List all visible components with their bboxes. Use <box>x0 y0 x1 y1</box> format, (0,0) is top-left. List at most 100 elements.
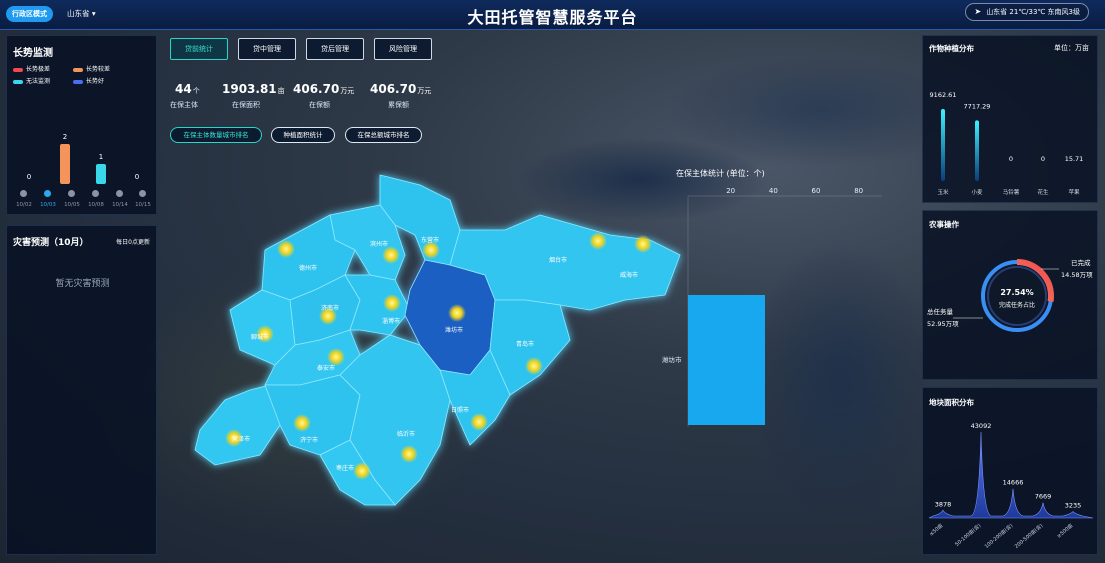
chart-title: 在保主体统计 (单位：个) <box>676 168 765 178</box>
bar-value: 2 <box>62 133 68 141</box>
crop-value: 9162.61 <box>930 91 957 99</box>
area-category: ≤50亩 <box>928 522 944 537</box>
city-label: 济南市 <box>321 304 339 312</box>
tab-pre-loan[interactable]: 贷前统计 <box>170 38 228 60</box>
timeline-date: 10/02 <box>16 202 32 208</box>
crop-value: 7717.29 <box>964 102 991 110</box>
city-label: 日照市 <box>451 406 469 414</box>
done-value: 14.58万项 <box>1061 271 1093 279</box>
area-value: 3878 <box>935 500 952 508</box>
update-note: 每日0点更新 <box>116 239 150 246</box>
farming-operation-panel: 农事操作 27.54% 完成任务占比 已完成 14.58万项 总任务量 52.9… <box>922 210 1098 380</box>
city-label: 泰安市 <box>317 364 335 372</box>
crop-bar-chart: 9162.61 玉米 7717.29 小麦 0 马铃薯 0 花生 15.71 苹果 <box>930 91 1084 196</box>
crop-bar[interactable] <box>975 120 979 181</box>
axis-tick-label: 60 <box>812 187 821 195</box>
planting-area-button[interactable]: 种植面积统计 <box>271 127 335 143</box>
city-label: 聊城市 <box>251 333 269 341</box>
area-distribution-chart: 3878 ≤50亩 43092 50-100亩(含) 14666 100-200亩(含) 7… <box>928 422 1094 550</box>
legend-item: 长势极差 <box>13 64 73 73</box>
axis-tick-label: 20 <box>726 187 735 195</box>
city-label: 滨州市 <box>370 240 388 248</box>
timeline-date: 10/08 <box>88 202 104 208</box>
crop-category: 苹果 <box>1068 188 1080 196</box>
crop-category: 小麦 <box>971 188 983 196</box>
timeline-dot[interactable] <box>139 190 146 197</box>
city-label: 烟台市 <box>549 256 567 264</box>
disaster-forecast-panel: 灾害预测（10月） 每日0点更新 暂无灾害预测 <box>6 225 157 555</box>
stat-label: 在保面积 <box>232 101 260 109</box>
crop-value: 15.71 <box>1065 155 1084 163</box>
weather-badge: ➤ 山东省 21℃/33℃ 东南风3级 <box>965 3 1089 21</box>
stat-value: 406.70万元 <box>293 82 355 96</box>
city-label: 济宁市 <box>300 436 318 444</box>
city-label: 威海市 <box>620 271 638 279</box>
crop-category: 玉米 <box>937 188 949 196</box>
tab-post-loan[interactable]: 贷后管理 <box>306 38 364 60</box>
stat-value: 1903.81亩 <box>222 82 285 96</box>
city-label: 淄博市 <box>382 317 400 325</box>
legend-item: 长势较差 <box>73 64 133 73</box>
city-label: 潍坊市 <box>445 326 463 334</box>
timeline-date: 10/05 <box>64 202 80 208</box>
timeline-dot[interactable] <box>68 190 75 197</box>
timeline-date: 10/15 <box>135 202 151 208</box>
map-region[interactable] <box>194 384 281 466</box>
timeline-dot[interactable] <box>116 190 123 197</box>
donut-caption: 完成任务占比 <box>999 301 1035 309</box>
panel-title: 灾害预测（10月） <box>13 238 89 248</box>
growth-bar <box>60 144 70 184</box>
shandong-map: 德州市 滨州市 东营市 烟台市 威海市 济南市 淄博市 潍坊市 聊城市 泰安市 … <box>194 174 681 506</box>
timeline-date: 10/03 <box>40 202 56 208</box>
bar-value: 0 <box>134 173 140 181</box>
city-label: 临沂市 <box>397 430 415 438</box>
growth-monitor-panel: 长势监测 长势极差 长势较差 无法监测 长势好 0 2 1 0 10/02 10… <box>6 35 157 215</box>
growth-legend: 长势极差 长势较差 无法监测 长势好 <box>13 64 133 85</box>
growth-bar <box>96 164 106 184</box>
tab-risk[interactable]: 风险管理 <box>374 38 432 60</box>
rank-amount-button[interactable]: 在保总额城市排名 <box>345 127 422 143</box>
top-bar: 行政区模式 山东省 ▾ 大田托管智慧服务平台 ➤ 山东省 21℃/33℃ 东南风… <box>0 0 1105 30</box>
area-category: 200-500亩(含) <box>1013 522 1044 550</box>
weather-text: 山东省 21℃/33℃ 东南风3级 <box>986 8 1080 16</box>
stat-label: 累保额 <box>388 101 409 109</box>
total-value: 52.95万项 <box>927 320 959 328</box>
page-title: 大田托管智慧服务平台 <box>467 8 638 27</box>
city-label: 德州市 <box>299 264 317 272</box>
total-label: 总任务量 <box>927 307 954 316</box>
timeline-dot[interactable] <box>92 190 99 197</box>
axis-tick-label: 40 <box>769 187 778 195</box>
tab-in-loan[interactable]: 贷中管理 <box>238 38 296 60</box>
category-label: 潍坊市 <box>662 355 682 364</box>
crop-value: 0 <box>1009 155 1013 163</box>
rank-entity-button[interactable]: 在保主体数量城市排名 <box>170 127 262 143</box>
donut-percent: 27.54% <box>1000 288 1033 297</box>
city-label: 枣庄市 <box>336 464 354 472</box>
stat-value: 44个 <box>175 82 200 96</box>
bar-value: 0 <box>26 173 32 181</box>
entity-ranking-chart: 在保主体统计 (单位：个) 20 40 60 80 潍坊市 <box>662 168 882 427</box>
entity-bar[interactable] <box>688 295 765 425</box>
navigation-arrow-icon: ➤ <box>974 7 982 16</box>
timeline-date: 10/14 <box>112 202 128 208</box>
timeline-dot-active[interactable] <box>44 190 51 197</box>
city-label: 菏泽市 <box>232 435 250 443</box>
legend-item: 长势好 <box>73 76 133 85</box>
task-donut-chart: 27.54% 完成任务占比 已完成 14.58万项 总任务量 52.95万项 <box>927 258 1093 333</box>
crop-bar[interactable] <box>941 109 945 181</box>
empty-message: 暂无灾害预测 <box>55 279 110 289</box>
panel-title: 长势监测 <box>13 48 53 59</box>
stat-value: 406.70万元 <box>370 82 432 96</box>
stat-label: 在保主体 <box>170 101 198 109</box>
area-category: 100-200亩(含) <box>983 522 1014 550</box>
timeline-dot[interactable] <box>20 190 27 197</box>
city-label: 东营市 <box>421 236 439 244</box>
crop-distribution-panel: 作物种植分布 单位：万亩 9162.61 玉米 7717.29 小麦 0 马铃薯 0 花生 15… <box>922 35 1098 203</box>
area-category: 50-100亩(含) <box>954 522 983 548</box>
area-value: 14666 <box>1003 479 1024 487</box>
area-value: 3235 <box>1065 502 1082 510</box>
crop-category: 花生 <box>1037 188 1049 196</box>
bar-value: 1 <box>98 153 104 161</box>
stat-label: 在保额 <box>309 101 330 109</box>
done-label: 已完成 <box>1071 258 1091 267</box>
